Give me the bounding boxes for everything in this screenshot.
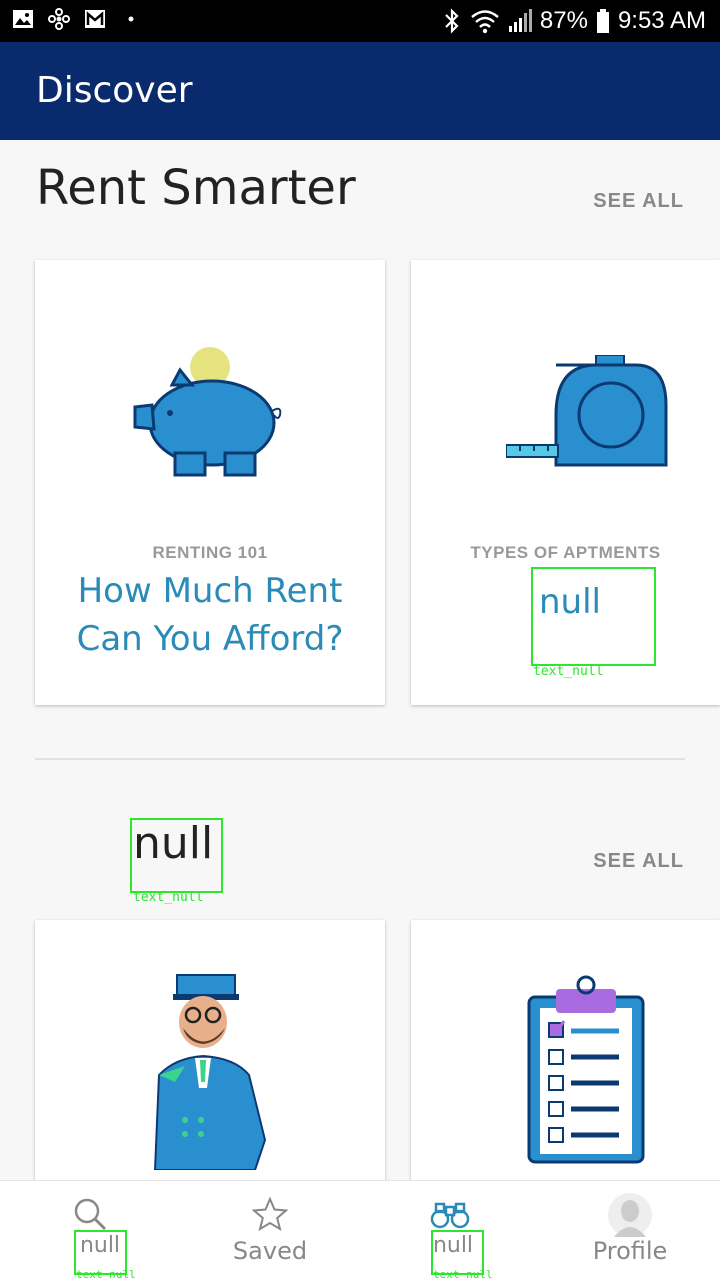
- app-bar: Discover: [0, 42, 720, 140]
- signal-icon: [508, 9, 532, 32]
- clock: 9:53 AM: [617, 7, 706, 34]
- piggy-bank-icon: [133, 347, 282, 477]
- annotation-caption: text_null: [133, 890, 204, 905]
- doorman-illustration: [153, 974, 267, 1170]
- fan-icon: [48, 8, 70, 30]
- article-card-checklist[interactable]: [411, 920, 720, 1182]
- annotation-box: [130, 818, 223, 893]
- bluetooth-icon: [445, 8, 459, 34]
- nav-label-saved: Saved: [232, 1237, 308, 1265]
- image-icon: [13, 10, 33, 28]
- tape-measure-icon: [506, 355, 668, 467]
- nav-item-profile[interactable]: Profile: [540, 1181, 720, 1280]
- annotation-caption: text_null: [76, 1268, 136, 1280]
- status-bar: 87% 9:53 AM: [0, 0, 720, 42]
- clipboard-checklist-icon: [527, 975, 645, 1164]
- article-card-rent-afford[interactable]: RENTING 101 How Much Rent Can You Afford…: [35, 260, 385, 705]
- card-title-line1: How Much Rent: [77, 571, 343, 611]
- search-icon: [74, 1198, 107, 1231]
- nav-label-profile: Profile: [592, 1237, 668, 1265]
- binoculars-icon: [430, 1202, 470, 1229]
- annotation-caption: text_null: [433, 1268, 493, 1280]
- app-bar-title: Discover: [36, 70, 193, 111]
- section-title-rent-smarter: Rent Smarter: [36, 160, 356, 216]
- wifi-icon: [471, 10, 499, 34]
- nav-item-saved[interactable]: Saved: [180, 1181, 360, 1280]
- star-icon: [252, 1197, 288, 1231]
- card-title-line2: Can You Afford?: [76, 619, 344, 659]
- status-right: 87% 9:53 AM: [442, 7, 706, 35]
- battery-icon: [596, 9, 609, 33]
- see-all-button[interactable]: SEE ALL: [593, 850, 684, 873]
- profile-avatar-icon: [608, 1193, 652, 1237]
- article-card-doorman[interactable]: [35, 920, 385, 1182]
- section-divider: [35, 758, 685, 760]
- see-all-button[interactable]: SEE ALL: [593, 190, 684, 213]
- card-category: RENTING 101: [152, 543, 268, 562]
- battery-percent: 87%: [539, 7, 588, 34]
- card-category: TYPES OF APTMENTS: [470, 543, 661, 562]
- annotation-caption: text_null: [533, 664, 604, 679]
- mail-icon: [85, 10, 105, 28]
- dot-icon: [128, 16, 134, 22]
- annotation-box: [531, 567, 656, 666]
- status-left-icons: [12, 8, 142, 30]
